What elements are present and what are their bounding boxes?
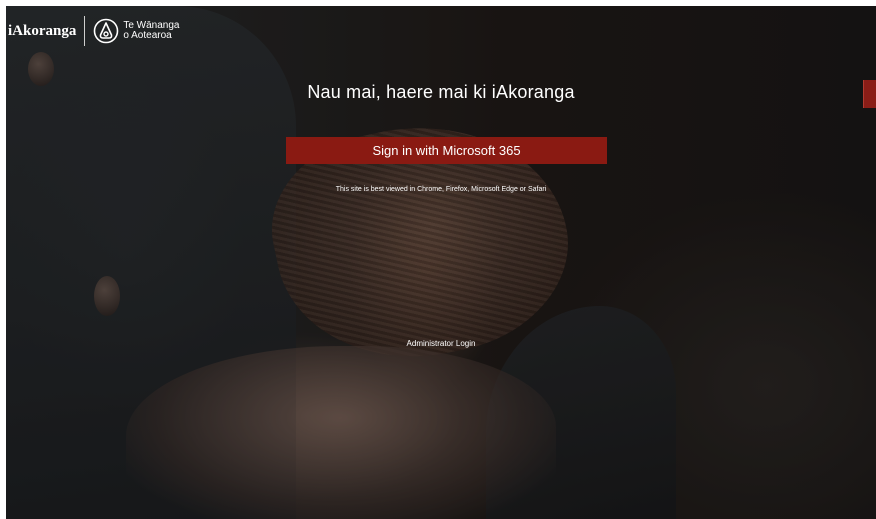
signin-microsoft-button[interactable]: Sign in with Microsoft 365: [286, 137, 607, 164]
logo-bar: iAkoranga Te Wānanga o Aotearoa: [6, 14, 180, 48]
administrator-login-link[interactable]: Administrator Login: [6, 339, 876, 348]
partner-logo: Te Wānanga o Aotearoa: [93, 18, 180, 44]
brand-name: iAkoranga: [8, 22, 77, 39]
wananga-logo-icon: [94, 18, 119, 44]
login-page: iAkoranga Te Wānanga o Aotearoa Nau mai,…: [6, 6, 876, 519]
partner-logo-text: Te Wānanga o Aotearoa: [123, 21, 179, 41]
logo-divider: [84, 16, 86, 46]
partner-logo-line2: o Aotearoa: [123, 30, 172, 41]
welcome-title: Nau mai, haere mai ki iAkoranga: [307, 82, 575, 102]
browser-support-note: This site is best viewed in Chrome, Fire…: [335, 186, 547, 193]
